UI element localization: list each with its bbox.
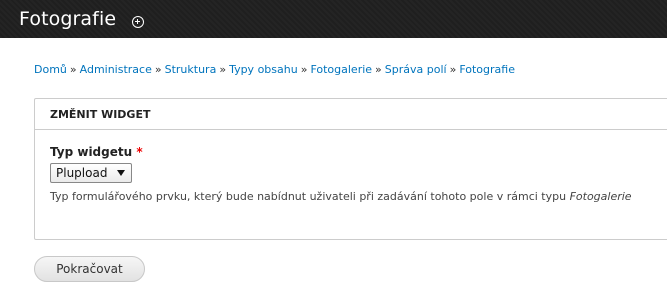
widget-type-select-value: Plupload	[56, 166, 108, 180]
breadcrumb-link-fotografie[interactable]: Fotografie	[459, 63, 515, 76]
breadcrumb-link-administrace[interactable]: Administrace	[80, 63, 152, 76]
breadcrumb-link-fotogalerie[interactable]: Fotogalerie	[310, 63, 372, 76]
continue-button[interactable]: Pokračovat	[34, 256, 145, 282]
widget-type-label-text: Typ widgetu	[50, 145, 133, 159]
breadcrumb-link-typy-obsahu[interactable]: Typy obsahu	[229, 63, 298, 76]
fieldset-legend: ZMĚNIT WIDGET	[35, 99, 667, 130]
breadcrumb-separator: »	[449, 63, 457, 76]
widget-fieldset: ZMĚNIT WIDGET Typ widgetu * Plupload Typ…	[34, 98, 667, 240]
breadcrumb-link-sprava-poli[interactable]: Správa polí	[385, 63, 447, 76]
description-text: Typ formulářového prvku, který bude nabí…	[50, 190, 567, 203]
page-title: Fotografie	[19, 8, 117, 30]
dropdown-arrow-icon	[117, 170, 125, 176]
widget-type-select[interactable]: Plupload	[50, 163, 132, 183]
description-content-type: Fotogalerie	[569, 190, 632, 203]
breadcrumb-link-struktura[interactable]: Struktura	[165, 63, 217, 76]
add-shortcut-icon[interactable]	[132, 16, 144, 28]
breadcrumb-separator: »	[300, 63, 308, 76]
breadcrumb-link-home[interactable]: Domů	[34, 63, 67, 76]
breadcrumb-separator: »	[154, 63, 162, 76]
breadcrumb-separator: »	[219, 63, 227, 76]
breadcrumb-separator: »	[375, 63, 382, 76]
required-marker: *	[136, 145, 143, 159]
main-content: Domů» Administrace» Struktura» Typy obsahu»…	[0, 38, 667, 301]
breadcrumb: Domů» Administrace» Struktura» Typy obsahu»…	[34, 63, 515, 76]
page-header: Fotografie	[0, 0, 667, 38]
breadcrumb-separator: »	[69, 63, 77, 76]
widget-type-description: Typ formulářového prvku, který bude nabí…	[50, 190, 632, 203]
widget-type-label: Typ widgetu *	[50, 145, 143, 159]
